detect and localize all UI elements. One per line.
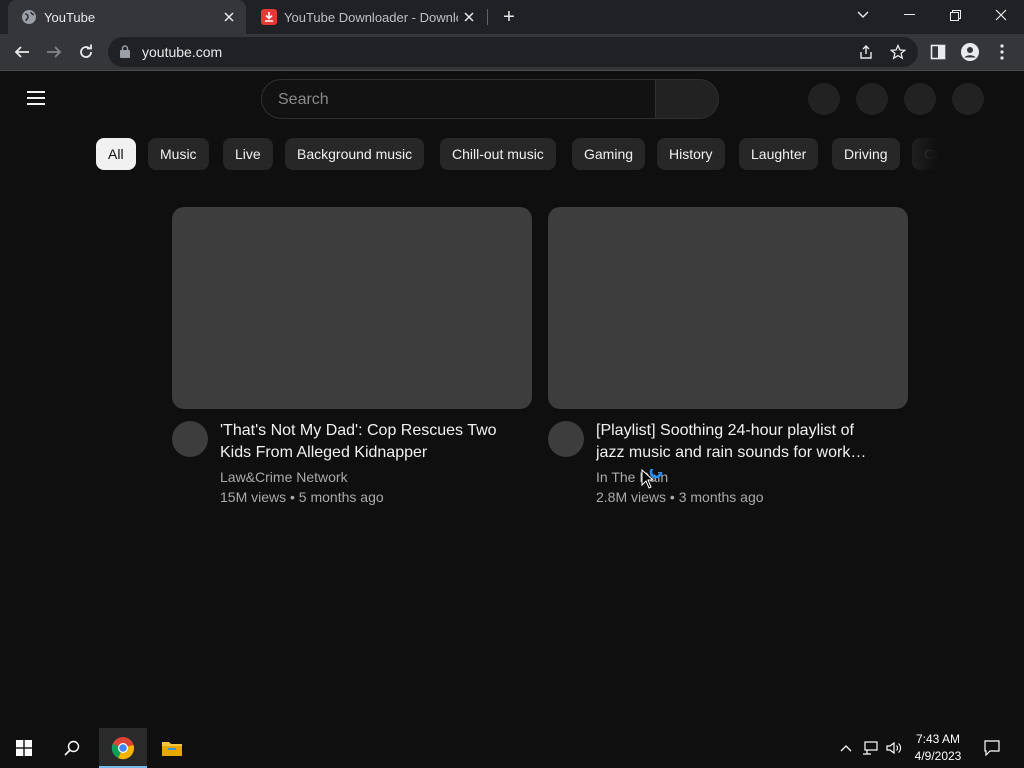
browser-tab-strip: YouTube YouTube Downloader - Download + [0,0,1024,34]
forward-arrow-icon[interactable] [42,40,66,64]
system-clock[interactable]: 7:43 AM 4/9/2023 [904,731,972,765]
chip-all[interactable]: All [96,138,136,170]
new-tab-button[interactable]: + [499,7,519,27]
search-button[interactable] [655,79,719,119]
tab-youtube[interactable]: YouTube [8,0,246,34]
windows-taskbar: 7:43 AM 4/9/2023 [0,728,1024,768]
search-icon[interactable] [48,728,96,768]
file-explorer-icon[interactable] [148,728,196,768]
close-window-icon[interactable] [978,0,1024,30]
search-box [261,79,656,119]
clock-date: 4/9/2023 [914,749,962,763]
tab-title: YouTube Downloader - Download [284,9,458,25]
tab-youtube-downloader[interactable]: YouTube Downloader - Download [248,0,486,34]
chip-history[interactable]: History [657,138,725,170]
share-icon[interactable] [858,44,874,60]
notifications-icon[interactable] [978,728,1006,768]
video-title[interactable]: 'That's Not My Dad': Cop Rescues Two Kid… [220,420,510,464]
header-placeholder-circle [808,83,840,115]
channel-name[interactable]: Law&Crime Network [220,469,348,485]
chip-gaming[interactable]: Gaming [572,138,646,170]
network-icon[interactable] [858,728,882,768]
video-thumbnail[interactable] [548,207,908,409]
profile-icon[interactable] [958,40,982,64]
tab-separator [487,9,488,25]
chip-music[interactable]: Music [148,138,209,170]
video-meta: 2.8M views • 3 months ago [596,489,764,505]
lock-icon[interactable] [120,45,130,63]
more-menu-icon[interactable] [990,40,1014,64]
chip-scroll-fade [900,138,948,172]
chip-chill-out-music[interactable]: Chill-out music [440,138,556,170]
volume-icon[interactable] [882,728,906,768]
chip-driving[interactable]: Driving [832,138,900,170]
close-tab-icon[interactable] [220,8,238,26]
clock-time: 7:43 AM [915,732,961,746]
close-tab-icon[interactable] [460,8,478,26]
minimize-icon[interactable] [886,0,932,30]
address-bar[interactable]: youtube.com [108,37,918,67]
header-placeholder-circle [856,83,888,115]
video-thumbnail[interactable] [172,207,532,409]
tab-search-chevron-down-icon[interactable] [840,0,886,30]
chrome-taskbar-icon[interactable] [99,728,147,768]
category-chip-bar: All Music Live Background music Chill-ou… [96,138,942,172]
bookmark-star-icon[interactable] [889,43,907,60]
menu-hamburger-icon[interactable] [27,91,45,105]
reload-icon[interactable] [74,40,98,64]
side-panel-icon[interactable] [926,40,950,64]
search-input[interactable] [278,89,638,111]
browser-toolbar: youtube.com [0,34,1024,70]
header-placeholder-circle [904,83,936,115]
tab-title: YouTube [44,9,96,25]
windows-start-icon[interactable] [0,728,48,768]
show-hidden-icons-chevron-up-icon[interactable] [834,728,858,768]
channel-avatar[interactable] [172,421,208,457]
globe-icon [21,9,37,25]
url-text: youtube.com [142,44,223,60]
chip-laughter[interactable]: Laughter [739,138,819,170]
channel-avatar[interactable] [548,421,584,457]
video-meta: 15M views • 5 months ago [220,489,384,505]
youtube-page: All Music Live Background music Chill-ou… [0,71,1024,728]
chip-background-music[interactable]: Background music [285,138,425,170]
header-placeholder-circle [952,83,984,115]
back-arrow-icon[interactable] [10,40,34,64]
chip-live[interactable]: Live [223,138,273,170]
video-title[interactable]: [Playlist] Soothing 24-hour playlist of … [596,420,876,464]
restore-icon[interactable] [932,0,978,30]
busy-cursor-icon [641,465,667,498]
download-icon [261,9,277,25]
